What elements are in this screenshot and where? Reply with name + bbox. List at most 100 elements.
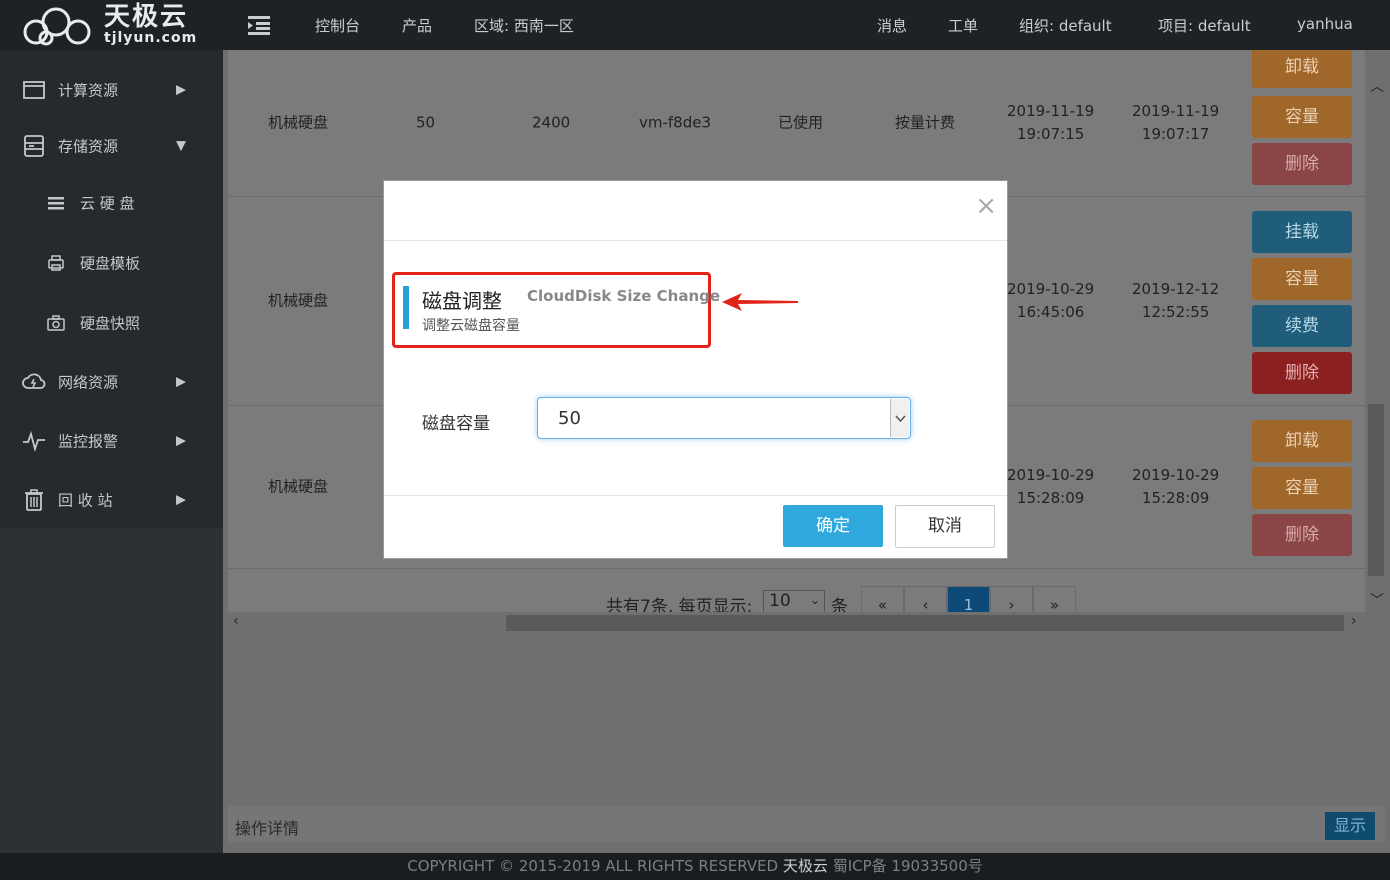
operation-detail-bar: 操作详情 显示 (228, 806, 1385, 842)
updated-date: 2019-12-12 (1132, 280, 1220, 298)
sidebar-item-label: 网络资源 (58, 373, 119, 392)
modal-title-en: CloudDisk Size Change (527, 287, 721, 305)
created-date: 2019-10-29 (1007, 466, 1095, 484)
collapse-arrow-icon: ▼ (176, 138, 186, 154)
nav-console[interactable]: 控制台 (315, 15, 360, 36)
scroll-right-icon[interactable]: › (1351, 613, 1357, 629)
updated-time: 2019-11-19 19:07:17 (1132, 100, 1219, 146)
delete-button[interactable]: 删除 (1252, 514, 1352, 556)
sidebar-item-label: 回 收 站 (58, 491, 113, 510)
show-detail-button[interactable]: 显示 (1325, 812, 1375, 840)
updated-time: 2019-10-29 15:28:09 (1132, 464, 1219, 510)
sidebar-subitem-disk-template[interactable]: 硬盘模板 (0, 238, 223, 288)
nav-tickets[interactable]: 工单 (948, 15, 978, 36)
printer-icon (46, 253, 66, 273)
created-time: 2019-10-29 15:28:09 (1007, 464, 1094, 510)
copyright-text: COPYRIGHT © 2015-2019 ALL RIGHTS RESERVE… (407, 857, 779, 875)
camera-icon (46, 313, 66, 333)
created-date: 2019-10-29 (1007, 280, 1095, 298)
logo-icon (23, 7, 91, 46)
close-icon[interactable]: × (975, 193, 997, 219)
resize-button[interactable]: 容量 (1252, 96, 1352, 138)
sidebar-subitem-label: 硬盘快照 (80, 314, 141, 333)
created-date: 2019-11-19 (1007, 102, 1095, 120)
sidebar-item-label: 计算资源 (58, 81, 119, 100)
updated-clock: 15:28:09 (1141, 489, 1210, 507)
list-icon (46, 193, 66, 213)
sidebar-item-monitoring[interactable]: 监控报警 ▶ (0, 416, 223, 466)
cloud-icon (22, 370, 46, 394)
scroll-down-icon[interactable]: ﹀ (1370, 590, 1384, 610)
section-accent-bar (403, 286, 409, 329)
disk-size-value: 50 (558, 408, 581, 429)
sidebar-item-recycle-bin[interactable]: 回 收 站 ▶ (0, 475, 223, 525)
nav-organization[interactable]: 组织: default (1019, 15, 1112, 36)
menu-toggle-icon[interactable] (248, 14, 272, 36)
row-actions: 挂载 容量 续费 删除 (1252, 197, 1352, 406)
updated-clock: 19:07:17 (1141, 125, 1210, 143)
disk-type: 机械硬盘 (268, 477, 329, 496)
cancel-button[interactable]: 取消 (895, 505, 995, 548)
sidebar-item-label: 监控报警 (58, 432, 119, 451)
resize-disk-modal: × 磁盘调整 CloudDisk Size Change 调整云磁盘容量 磁盘容… (383, 180, 1008, 559)
pagination: 共有7条, 每页显示: 10 ⌄ 条 « ‹ 1 › » (606, 586, 1076, 618)
delete-button[interactable]: 删除 (1252, 143, 1352, 185)
nav-products[interactable]: 产品 (402, 15, 432, 36)
confirm-button[interactable]: 确定 (783, 505, 883, 547)
pulse-icon (22, 429, 46, 453)
sidebar-subitem-label: 云 硬 盘 (80, 194, 135, 213)
row-actions: 卸载 容量 删除 (1252, 50, 1352, 197)
trash-icon (22, 488, 46, 512)
disk-size-label: 磁盘容量 (422, 414, 490, 434)
disk-size: 50 (416, 113, 436, 132)
created-time: 2019-11-19 19:07:15 (1007, 100, 1094, 146)
mount-button[interactable]: 挂载 (1252, 211, 1352, 253)
scroll-left-icon[interactable]: ‹ (233, 613, 239, 629)
annotation-arrow-icon (722, 293, 798, 311)
created-clock: 15:28:09 (1016, 489, 1085, 507)
nav-messages[interactable]: 消息 (877, 15, 907, 36)
nav-project[interactable]: 项目: default (1158, 15, 1251, 36)
sidebar: 计算资源 ▶ 存储资源 ▼ 云 硬 盘 硬盘模板 硬盘快照 网络资源 ▶ 监控报… (0, 50, 223, 853)
sidebar-subitem-disk-snapshot[interactable]: 硬盘快照 (0, 298, 223, 348)
page-size-value: 10 (769, 591, 791, 611)
sidebar-subitem-cloud-disk[interactable]: 云 硬 盘 (0, 178, 223, 228)
scroll-up-icon[interactable]: ︿ (1370, 76, 1384, 96)
disk-type: 机械硬盘 (268, 113, 329, 132)
top-bar: 天极云 tjlyun.com 控制台 产品 区域: 西南一区 消息 工单 组织:… (0, 0, 1390, 50)
sidebar-subitem-label: 硬盘模板 (80, 254, 141, 273)
logo[interactable]: 天极云 tjlyun.com (16, 2, 196, 48)
updated-date: 2019-10-29 (1132, 466, 1220, 484)
modal-subtitle: 调整云磁盘容量 (422, 318, 520, 334)
footer: COPYRIGHT © 2015-2019 ALL RIGHTS RESERVE… (0, 853, 1390, 880)
nav-region[interactable]: 区域: 西南一区 (474, 15, 574, 36)
delete-button[interactable]: 删除 (1252, 352, 1352, 394)
sidebar-item-compute[interactable]: 计算资源 ▶ (0, 65, 223, 115)
disk-iops: 2400 (532, 113, 571, 132)
expand-arrow-icon: ▶ (176, 492, 186, 508)
nav-user[interactable]: yanhua (1297, 15, 1353, 33)
horizontal-scroll-thumb[interactable] (506, 615, 1344, 631)
sidebar-item-storage[interactable]: 存储资源 ▼ (0, 121, 223, 171)
expand-arrow-icon: ▶ (176, 433, 186, 449)
vertical-scroll-thumb[interactable] (1368, 404, 1384, 576)
resize-button[interactable]: 容量 (1252, 258, 1352, 300)
modal-title: 磁盘调整 (422, 289, 502, 313)
chevron-down-icon: ⌄ (809, 593, 820, 607)
logo-subtext: tjlyun.com (104, 30, 198, 46)
created-clock: 16:45:06 (1016, 303, 1085, 321)
sidebar-item-label: 存储资源 (58, 137, 119, 156)
unmount-button[interactable]: 卸载 (1252, 50, 1352, 88)
operation-detail-label: 操作详情 (235, 819, 300, 838)
renew-button[interactable]: 续费 (1252, 305, 1352, 347)
disk-size-select[interactable]: 50 (537, 397, 911, 439)
expand-arrow-icon: ▶ (176, 82, 186, 98)
footer-brand: 天极云 (782, 857, 828, 875)
sidebar-menu: 计算资源 ▶ 存储资源 ▼ 云 硬 盘 硬盘模板 硬盘快照 网络资源 ▶ 监控报… (0, 50, 223, 528)
resize-button[interactable]: 容量 (1252, 467, 1352, 509)
row-actions: 卸载 容量 删除 (1252, 406, 1352, 569)
sidebar-item-network[interactable]: 网络资源 ▶ (0, 357, 223, 407)
storage-icon (22, 134, 46, 158)
unmount-button[interactable]: 卸载 (1252, 420, 1352, 462)
expand-arrow-icon: ▶ (176, 374, 186, 390)
